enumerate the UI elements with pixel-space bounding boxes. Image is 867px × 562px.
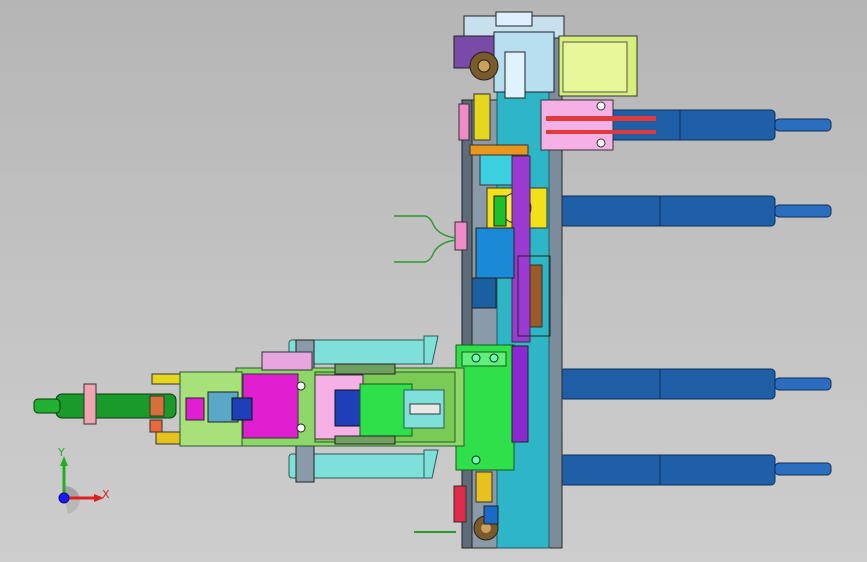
- top-bracket: [453, 11, 565, 99]
- axis-triad: Y X: [57, 446, 110, 514]
- red-tab: [453, 485, 467, 523]
- blue-block-a: [475, 227, 515, 279]
- brown-slide: [529, 264, 543, 328]
- left-magenta-part: [185, 397, 205, 421]
- axis-y-label: Y: [57, 446, 65, 459]
- orange-bar: [469, 144, 529, 156]
- cad-viewport[interactable]: Y X: [0, 0, 867, 562]
- yellow-pin-bottom: [475, 471, 493, 503]
- wires: [394, 215, 457, 263]
- pink-tab-mid: [454, 221, 468, 251]
- left-cylinder: [33, 383, 177, 433]
- blue-block-b: [471, 277, 497, 309]
- gripper-arm: [235, 335, 465, 483]
- yellow-pin-top: [473, 93, 491, 141]
- green-actuator: [455, 344, 515, 471]
- rod-cylinder-2: [559, 195, 832, 227]
- purple-side: [511, 345, 529, 443]
- green-tab: [493, 195, 507, 227]
- purple-column: [511, 155, 531, 343]
- pink-tab-top: [458, 103, 470, 141]
- blue-pin: [483, 505, 499, 525]
- axis-x-label: X: [102, 488, 110, 501]
- left-strip: [461, 99, 473, 549]
- rod-cylinder-3: [559, 368, 832, 400]
- rod-cylinder-4: [559, 454, 832, 486]
- assembly-drawing: Y X: [33, 11, 832, 549]
